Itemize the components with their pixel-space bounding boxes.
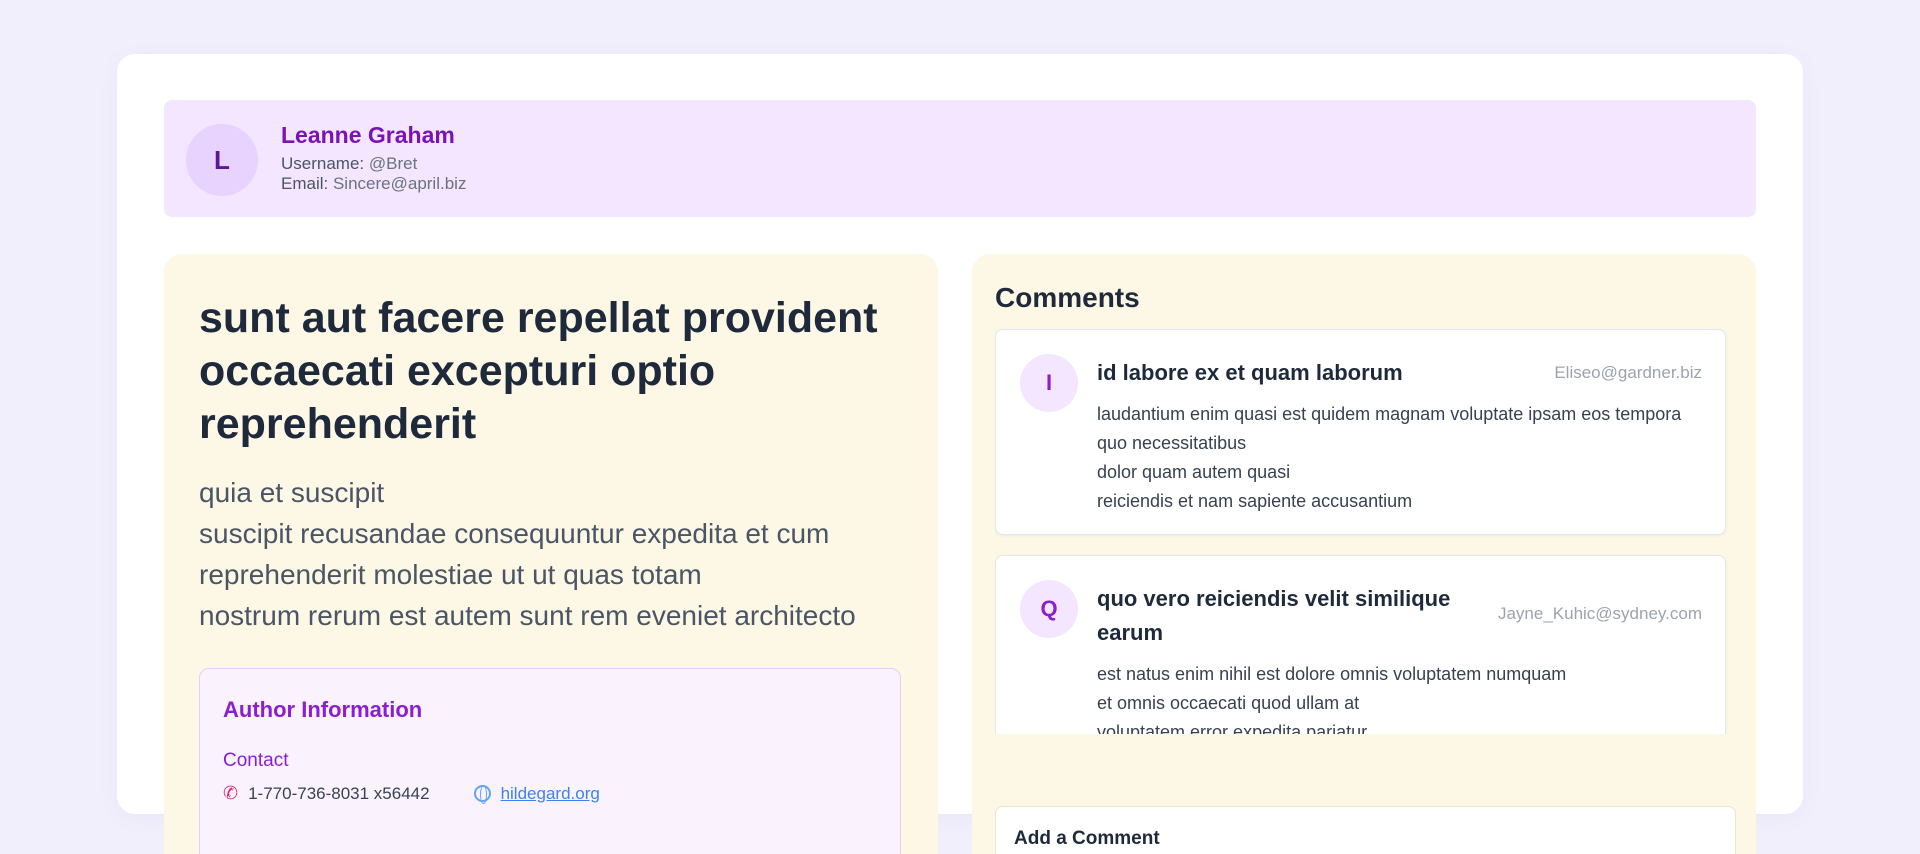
comment-body: est natus enim nihil est dolore omnis vo… [1097,664,1567,734]
comment-body: laudantium enim quasi est quidem magnam … [1097,404,1682,511]
user-avatar: L [186,124,258,196]
user-info: Leanne Graham Username: @Bret Email: Sin… [281,122,466,193]
post-panel: sunt aut facere repellat provident occae… [164,254,938,854]
post-body: quia et suscipit suscipit recusandae con… [199,477,856,631]
user-name: Leanne Graham [281,122,455,148]
contact-row: ✆ 1-770-736-8031 x56442 hildegard.org [223,783,600,804]
comment-name: id labore ex et quam laborum [1097,360,1403,385]
email-label: Email: [281,174,329,193]
comment-card: Q quo vero reiciendis velit similique ea… [995,555,1726,734]
user-username-row: Username: @Bret [281,155,466,173]
comment-email: Eliseo@gardner.biz [1554,363,1702,382]
user-header: L Leanne Graham Username: @Bret Email: S… [164,100,1756,217]
contact-label: Contact [223,750,289,771]
user-email-row: Email: Sincere@april.biz [281,175,466,193]
comment-avatar-initial: Q [1040,596,1058,621]
author-website-link[interactable]: hildegard.org [501,784,600,804]
username-value: @Bret [368,154,418,173]
comments-title: Comments [995,282,1140,313]
author-info-title: Author Information [223,697,423,722]
author-phone: 1-770-736-8031 x56442 [248,783,430,803]
post-title: sunt aut facere repellat provident occae… [199,294,878,448]
author-info-box: Author Information Contact ✆ 1-770-736-8… [199,668,901,854]
comment-card: I id labore ex et quam laborum Eliseo@ga… [995,329,1726,535]
username-label: Username: [281,154,365,173]
comments-list[interactable]: I id labore ex et quam laborum Eliseo@ga… [995,329,1728,734]
phone-icon: ✆ [223,783,239,803]
comment-avatar: I [1020,354,1078,412]
globe-icon [473,785,491,804]
post-card: L Leanne Graham Username: @Bret Email: S… [117,54,1803,854]
email-value: Sincere@april.biz [332,174,467,193]
comment-email: Jayne_Kuhic@sydney.com [1497,604,1702,623]
add-comment-title: Add a Comment [1014,828,1160,849]
add-comment-form: Add a Comment [995,806,1736,854]
comment-avatar: Q [1020,580,1078,638]
comments-panel: Comments I id labore ex et quam laborum … [972,254,1756,854]
comment-name: quo vero reiciendis velit similique earu… [1097,586,1451,645]
user-avatar-initial: L [214,144,230,175]
comment-avatar-initial: I [1045,370,1053,395]
